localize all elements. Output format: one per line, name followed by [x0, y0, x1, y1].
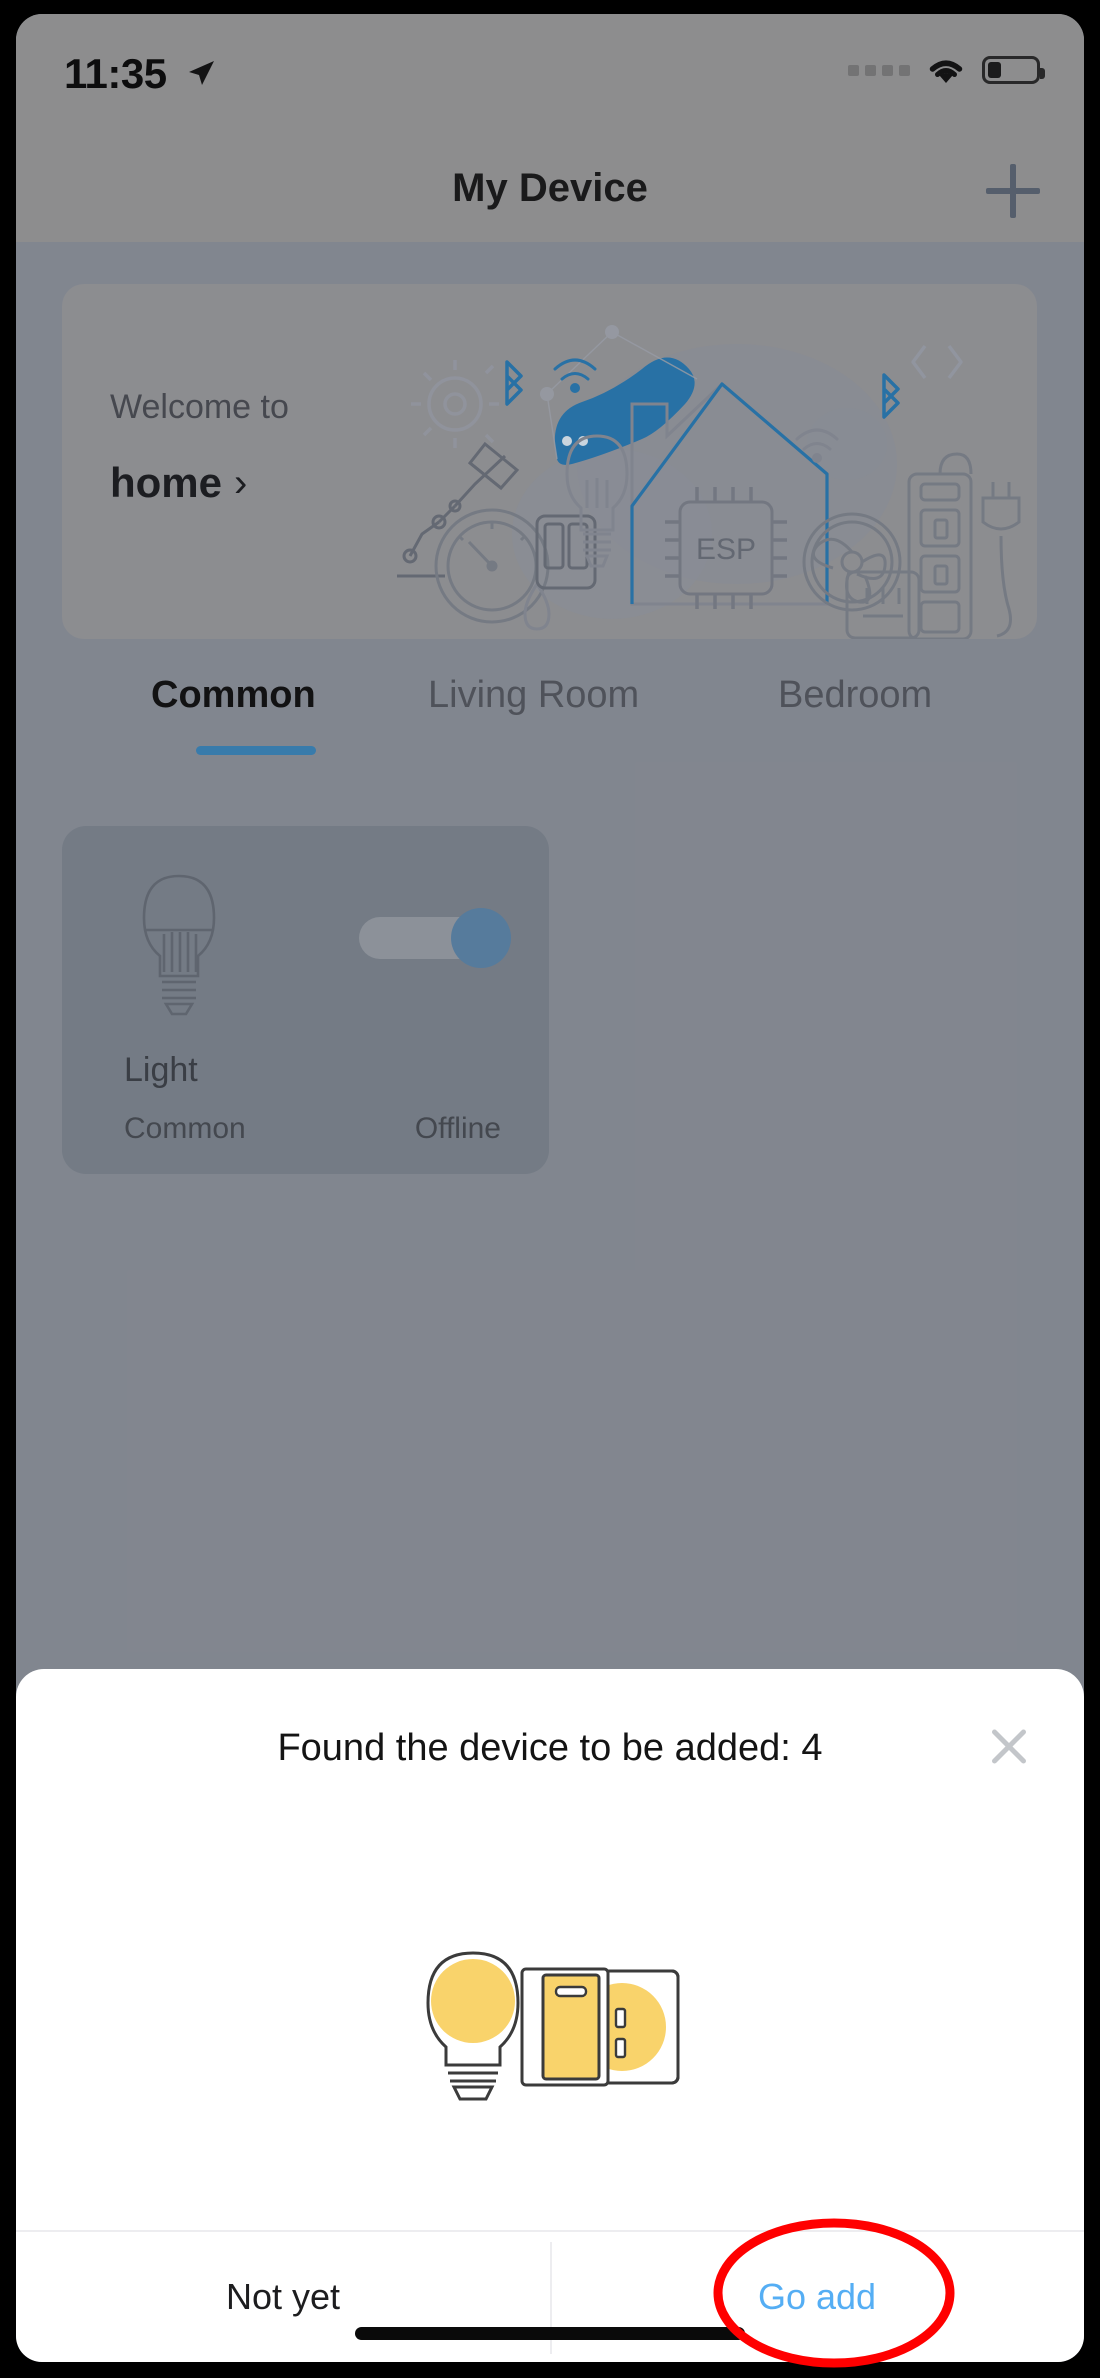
- plus-icon[interactable]: [986, 164, 1040, 218]
- found-devices-sheet: Found the device to be added: 4 Not yet …: [16, 1669, 1084, 2362]
- sheet-action-bar: Not yet Go add: [16, 2230, 1084, 2362]
- wifi-icon: [929, 60, 963, 83]
- toggle-knob: [451, 908, 511, 968]
- home-name: home: [110, 459, 223, 506]
- status-bar: 11:35: [16, 14, 1084, 140]
- welcome-banner[interactable]: Welcome to home › ESP: [62, 284, 1037, 639]
- phone-screen: 11:35 My Device Welcome to home › ESP Co…: [16, 14, 1084, 2362]
- tab-living-room[interactable]: Living Room: [428, 674, 639, 717]
- not-yet-button[interactable]: Not yet: [16, 2232, 550, 2362]
- device-card-light[interactable]: Light Common Offline: [62, 826, 549, 1174]
- home-indicator: [355, 2327, 745, 2340]
- welcome-label: Welcome to: [110, 388, 289, 426]
- active-tab-indicator: [196, 746, 316, 755]
- nav-header: My Device: [16, 140, 1084, 242]
- close-icon[interactable]: [984, 1721, 1034, 1771]
- bulb-switch-outlet-illustration: [426, 1951, 680, 2101]
- page-title: My Device: [452, 166, 648, 210]
- chevron-right-icon: ›: [234, 460, 248, 505]
- signal-dots-icon: [848, 64, 910, 76]
- battery-low-icon: [982, 56, 1045, 84]
- room-tabs: Common Living Room Bedroom: [16, 674, 1084, 794]
- home-link[interactable]: home ›: [110, 459, 247, 507]
- sheet-title: Found the device to be added: 4: [277, 1727, 823, 1769]
- phone-frame: 11:35 My Device Welcome to home › ESP Co…: [0, 0, 1100, 2378]
- device-room: Common: [124, 1112, 246, 1145]
- smart-home-esp-illustration: ESP: [397, 325, 1021, 639]
- go-add-button[interactable]: Go add: [550, 2232, 1084, 2362]
- tab-bedroom[interactable]: Bedroom: [778, 674, 932, 717]
- status-time: 11:35: [64, 50, 167, 97]
- device-name: Light: [124, 1051, 198, 1089]
- location-arrow-icon: [189, 61, 214, 85]
- device-power-toggle[interactable]: [359, 908, 511, 968]
- device-status: Offline: [414, 1112, 501, 1145]
- tab-common[interactable]: Common: [151, 674, 316, 717]
- status-indicators: [848, 54, 1045, 86]
- esp-chip-label: ESP: [696, 533, 756, 566]
- light-bulb-icon: [142, 874, 216, 1016]
